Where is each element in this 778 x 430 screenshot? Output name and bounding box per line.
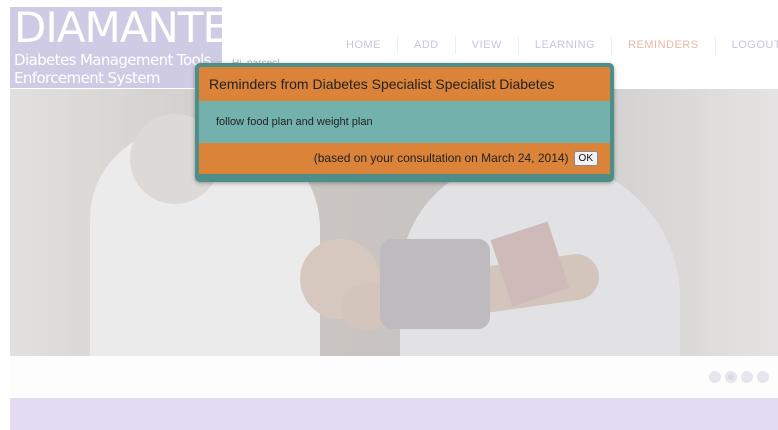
reminder-dialog-footer: (based on your consultation on March 24,… <box>199 143 610 174</box>
nav-logout[interactable]: LOGOUT <box>714 36 778 54</box>
nav-view[interactable]: VIEW <box>454 36 518 54</box>
carousel-dot-selected[interactable] <box>725 371 737 383</box>
reminder-dialog-title: Reminders from Diabetes Specialist Speci… <box>199 67 610 101</box>
reminder-message: follow food plan and weight plan <box>199 101 610 143</box>
carousel-dot[interactable] <box>741 371 753 383</box>
carousel-strip <box>10 356 778 398</box>
logo-subtitle-line2: Enforcement System <box>14 69 160 87</box>
carousel-dots <box>709 371 769 383</box>
reminder-dialog: Reminders from Diabetes Specialist Speci… <box>195 63 614 182</box>
main-nav: HOME ADD VIEW LEARNING REMINDERS LOGOUT <box>330 36 778 54</box>
nav-home[interactable]: HOME <box>330 36 397 54</box>
logo-title: DIAMANTES <box>14 7 222 52</box>
carousel-dot[interactable] <box>757 371 769 383</box>
consultation-note: (based on your consultation on March 24,… <box>313 151 569 165</box>
footer-bar <box>10 398 778 430</box>
nav-add[interactable]: ADD <box>397 36 455 54</box>
ok-button[interactable]: OK <box>573 151 598 166</box>
logo-subtitle-line1: Diabetes Management Tools <box>14 51 211 69</box>
nav-reminders[interactable]: REMINDERS <box>611 36 715 54</box>
nav-learning[interactable]: LEARNING <box>517 36 611 54</box>
carousel-dot[interactable] <box>709 371 721 383</box>
site-logo[interactable]: DIAMANTES Diabetes Management Tools Enfo… <box>10 7 222 88</box>
